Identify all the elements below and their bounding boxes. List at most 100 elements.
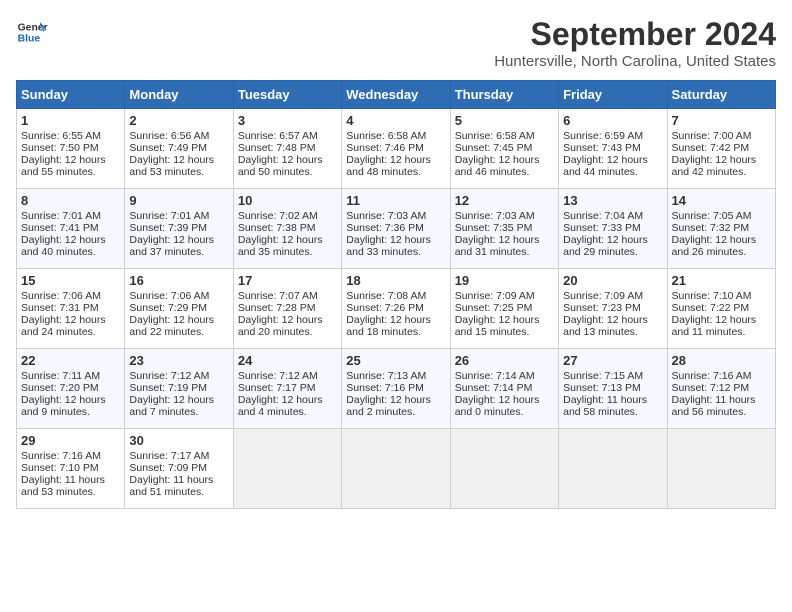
day-info-line: Sunset: 7:45 PM xyxy=(455,142,554,154)
calendar-day-20: 20Sunrise: 7:09 AMSunset: 7:23 PMDayligh… xyxy=(559,269,667,349)
day-number: 29 xyxy=(21,433,120,448)
day-number: 3 xyxy=(238,113,337,128)
logo-icon: General Blue xyxy=(16,16,48,48)
day-info-line: Daylight: 12 hours xyxy=(346,154,445,166)
calendar-day-1: 1Sunrise: 6:55 AMSunset: 7:50 PMDaylight… xyxy=(17,109,125,189)
day-info-line: Sunset: 7:09 PM xyxy=(129,462,228,474)
empty-day-cell xyxy=(233,429,341,509)
day-info-line: Sunrise: 6:57 AM xyxy=(238,130,337,142)
day-info-line: Sunrise: 6:58 AM xyxy=(346,130,445,142)
day-info-line: Sunrise: 7:06 AM xyxy=(129,290,228,302)
day-info-line: Sunset: 7:13 PM xyxy=(563,382,662,394)
day-info-line: and 35 minutes. xyxy=(238,246,337,258)
day-number: 7 xyxy=(672,113,771,128)
day-info-line: Daylight: 12 hours xyxy=(563,314,662,326)
day-info-line: Daylight: 12 hours xyxy=(672,154,771,166)
calendar-day-30: 30Sunrise: 7:17 AMSunset: 7:09 PMDayligh… xyxy=(125,429,233,509)
day-info-line: Sunrise: 7:10 AM xyxy=(672,290,771,302)
day-info-line: and 50 minutes. xyxy=(238,166,337,178)
day-info-line: and 13 minutes. xyxy=(563,326,662,338)
day-number: 10 xyxy=(238,193,337,208)
calendar-week-row: 15Sunrise: 7:06 AMSunset: 7:31 PMDayligh… xyxy=(17,269,776,349)
calendar-day-26: 26Sunrise: 7:14 AMSunset: 7:14 PMDayligh… xyxy=(450,349,558,429)
calendar-day-13: 13Sunrise: 7:04 AMSunset: 7:33 PMDayligh… xyxy=(559,189,667,269)
day-info-line: and 33 minutes. xyxy=(346,246,445,258)
day-info-line: Sunset: 7:33 PM xyxy=(563,222,662,234)
day-info-line: Daylight: 12 hours xyxy=(563,234,662,246)
day-info-line: Daylight: 11 hours xyxy=(21,474,120,486)
calendar-day-10: 10 Sunrise: 7:02 AMSunset: 7:38 PMDayligh… xyxy=(233,189,341,269)
day-info-line: and 15 minutes. xyxy=(455,326,554,338)
day-info-line: Sunrise: 7:02 AM xyxy=(238,210,337,222)
day-info-line: Sunset: 7:25 PM xyxy=(455,302,554,314)
day-info-line: Sunrise: 7:14 AM xyxy=(455,370,554,382)
day-info-line: Sunset: 7:12 PM xyxy=(672,382,771,394)
calendar-day-8: 8Sunrise: 7:01 AMSunset: 7:41 PMDaylight… xyxy=(17,189,125,269)
day-info-line: Daylight: 12 hours xyxy=(238,234,337,246)
day-info-line: Sunrise: 7:09 AM xyxy=(563,290,662,302)
day-number: 18 xyxy=(346,273,445,288)
day-info-line: Daylight: 12 hours xyxy=(455,314,554,326)
day-info-line: and 53 minutes. xyxy=(129,166,228,178)
day-number: 5 xyxy=(455,113,554,128)
day-number: 28 xyxy=(672,353,771,368)
day-info-line: Daylight: 12 hours xyxy=(129,234,228,246)
day-info-line: Sunset: 7:19 PM xyxy=(129,382,228,394)
day-number: 11 xyxy=(346,193,445,208)
day-info-line: Daylight: 12 hours xyxy=(455,154,554,166)
day-info-line: Daylight: 11 hours xyxy=(672,394,771,406)
calendar-subtitle: Huntersville, North Carolina, United Sta… xyxy=(494,53,776,70)
day-info-line: Daylight: 12 hours xyxy=(672,314,771,326)
day-info-line: Sunrise: 7:15 AM xyxy=(563,370,662,382)
calendar-day-18: 18Sunrise: 7:08 AMSunset: 7:26 PMDayligh… xyxy=(342,269,450,349)
day-info-line: and 58 minutes. xyxy=(563,406,662,418)
day-number: 22 xyxy=(21,353,120,368)
empty-day-cell xyxy=(559,429,667,509)
day-info-line: Sunset: 7:29 PM xyxy=(129,302,228,314)
day-number: 26 xyxy=(455,353,554,368)
day-info-line: and 31 minutes. xyxy=(455,246,554,258)
day-info-line: Sunrise: 7:16 AM xyxy=(672,370,771,382)
day-info-line: Sunset: 7:10 PM xyxy=(21,462,120,474)
day-info-line: Sunset: 7:31 PM xyxy=(21,302,120,314)
calendar-day-7: 7Sunrise: 7:00 AMSunset: 7:42 PMDaylight… xyxy=(667,109,775,189)
day-info-line: and 46 minutes. xyxy=(455,166,554,178)
day-info-line: Sunset: 7:49 PM xyxy=(129,142,228,154)
day-info-line: and 20 minutes. xyxy=(238,326,337,338)
calendar-day-9: 9Sunrise: 7:01 AMSunset: 7:39 PMDaylight… xyxy=(125,189,233,269)
day-number: 24 xyxy=(238,353,337,368)
day-info-line: Sunset: 7:38 PM xyxy=(238,222,337,234)
calendar-week-row: 8Sunrise: 7:01 AMSunset: 7:41 PMDaylight… xyxy=(17,189,776,269)
day-info-line: Sunset: 7:36 PM xyxy=(346,222,445,234)
empty-day-cell xyxy=(667,429,775,509)
day-number: 16 xyxy=(129,273,228,288)
day-info-line: Sunrise: 7:03 AM xyxy=(346,210,445,222)
day-number: 8 xyxy=(21,193,120,208)
day-info-line: Sunrise: 7:08 AM xyxy=(346,290,445,302)
calendar-title: September 2024 xyxy=(494,16,776,53)
day-info-line: Sunset: 7:35 PM xyxy=(455,222,554,234)
day-info-line: Daylight: 12 hours xyxy=(346,394,445,406)
day-number: 4 xyxy=(346,113,445,128)
day-info-line: and 26 minutes. xyxy=(672,246,771,258)
day-info-line: Sunrise: 7:04 AM xyxy=(563,210,662,222)
day-info-line: Sunrise: 7:03 AM xyxy=(455,210,554,222)
calendar-day-12: 12Sunrise: 7:03 AMSunset: 7:35 PMDayligh… xyxy=(450,189,558,269)
day-info-line: Sunrise: 7:07 AM xyxy=(238,290,337,302)
calendar-day-6: 6Sunrise: 6:59 AMSunset: 7:43 PMDaylight… xyxy=(559,109,667,189)
weekday-header-row: SundayMondayTuesdayWednesdayThursdayFrid… xyxy=(17,81,776,109)
calendar-day-21: 21Sunrise: 7:10 AMSunset: 7:22 PMDayligh… xyxy=(667,269,775,349)
day-number: 9 xyxy=(129,193,228,208)
day-info-line: Daylight: 11 hours xyxy=(563,394,662,406)
day-info-line: Daylight: 12 hours xyxy=(21,314,120,326)
weekday-header-friday: Friday xyxy=(559,81,667,109)
day-info-line: Daylight: 12 hours xyxy=(563,154,662,166)
day-info-line: and 56 minutes. xyxy=(672,406,771,418)
empty-day-cell xyxy=(342,429,450,509)
day-number: 25 xyxy=(346,353,445,368)
day-number: 27 xyxy=(563,353,662,368)
day-info-line: Sunrise: 6:59 AM xyxy=(563,130,662,142)
day-info-line: Sunset: 7:28 PM xyxy=(238,302,337,314)
calendar-day-27: 27 Sunrise: 7:15 AMSunset: 7:13 PMDayligh… xyxy=(559,349,667,429)
day-info-line: Sunset: 7:14 PM xyxy=(455,382,554,394)
